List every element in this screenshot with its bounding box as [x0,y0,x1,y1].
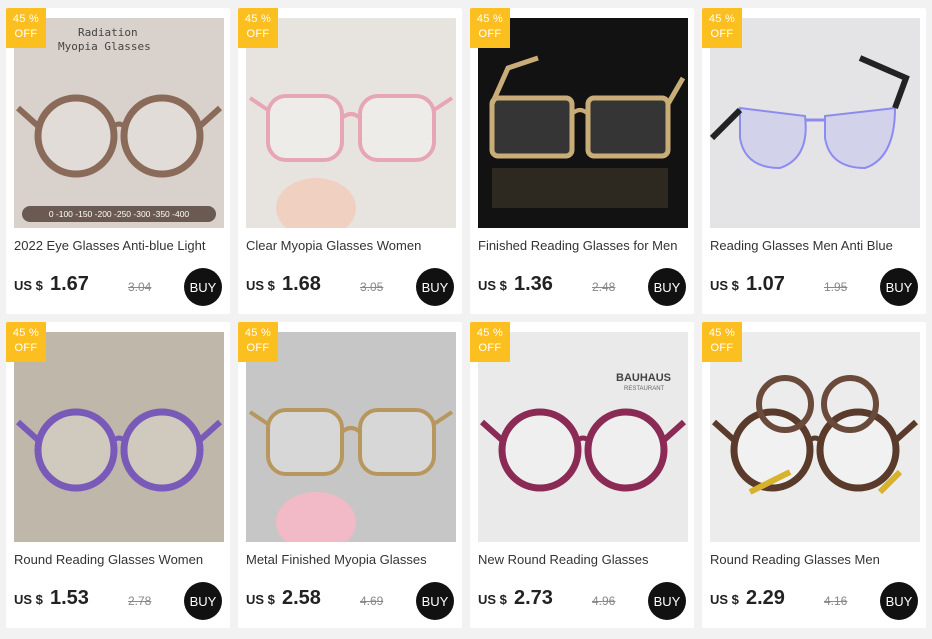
product-price: 2.58 [282,587,321,609]
image-caption: Radiation [78,26,138,39]
round-glasses-icon [14,332,224,542]
discount-badge: 45 % OFF [702,8,742,48]
product-price: 1.67 [50,273,89,295]
buy-button[interactable]: BUY [648,268,686,306]
product-image[interactable] [710,332,920,542]
product-card[interactable]: 45 % OFF Round Reading Glasses Women US … [6,322,230,628]
discount-off-label: OFF [478,342,502,354]
price-currency: US $ [710,592,739,607]
product-title[interactable]: Reading Glasses Men Anti Blue [710,238,920,253]
price-currency: US $ [710,278,739,293]
product-price: 1.36 [514,273,553,295]
discount-off-label: OFF [710,28,734,40]
discount-off-label: OFF [246,28,270,40]
original-price: 2.48 [592,280,616,294]
buy-button[interactable]: BUY [184,582,222,620]
buy-button[interactable]: BUY [648,582,686,620]
discount-percent: 45 % [476,13,504,25]
product-grid: Radiation Myopia Glasses 0 -100 -150 -200 … [6,8,928,630]
rectangle-glasses-icon [478,18,688,228]
discount-badge: 45 % OFF [702,322,742,362]
product-card[interactable]: 45 % OFF Clear Myopia Glasses Women US $… [238,8,462,314]
product-image[interactable] [14,332,224,542]
original-price: 2.78 [128,594,152,608]
product-image[interactable]: BAUHAUS RESTAURANT [478,332,688,542]
price-currency: US $ [246,278,275,293]
image-caption: Myopia Glasses [58,40,151,53]
discount-badge: 45 % OFF [6,8,46,48]
product-image[interactable] [710,18,920,228]
product-price: 2.73 [514,587,553,609]
product-title[interactable]: Round Reading Glasses Men [710,552,920,567]
buy-button[interactable]: BUY [416,268,454,306]
discount-badge: 45 % OFF [238,8,278,48]
discount-off-label: OFF [14,342,38,354]
round-glasses-icon [478,332,688,542]
product-card[interactable]: 45 % OFF Reading Glasses Men Anti Blue U… [702,8,926,314]
price-currency: US $ [478,278,507,293]
original-price: 4.96 [592,594,616,608]
discount-percent: 45 % [12,13,40,25]
discount-badge: 45 % OFF [470,322,510,362]
original-price: 3.05 [360,280,384,294]
buy-button[interactable]: BUY [416,582,454,620]
original-price: 4.16 [824,594,848,608]
rimless-glasses-icon [710,18,920,228]
product-title[interactable]: Round Reading Glasses Women [14,552,224,567]
discount-off-label: OFF [478,28,502,40]
square-glasses-icon [246,18,456,228]
product-title[interactable]: 2022 Eye Glasses Anti-blue Light [14,238,224,253]
product-card[interactable]: Radiation Myopia Glasses 0 -100 -150 -200 … [6,8,230,314]
product-image[interactable] [478,18,688,228]
price-currency: US $ [14,592,43,607]
discount-percent: 45 % [476,327,504,339]
product-card[interactable]: 45 % OFF Round Reading Glasses Men US $ … [702,322,926,628]
discount-percent: 45 % [12,327,40,339]
price-currency: US $ [478,592,507,607]
buy-button[interactable]: BUY [880,582,918,620]
buy-button[interactable]: BUY [880,268,918,306]
product-price: 1.68 [282,273,321,295]
product-card[interactable]: 45 % OFF Metal Finished Myopia Glasses U… [238,322,462,628]
product-image[interactable] [246,332,456,542]
price-currency: US $ [14,278,43,293]
product-card[interactable]: BAUHAUS RESTAURANT 45 % OFF New Round Rea… [470,322,694,628]
product-title[interactable]: Finished Reading Glasses for Men [478,238,688,253]
buy-button[interactable]: BUY [184,268,222,306]
product-title[interactable]: Metal Finished Myopia Glasses [246,552,456,567]
discount-percent: 45 % [708,327,736,339]
product-price: 1.53 [50,587,89,609]
product-image[interactable] [246,18,456,228]
metal-glasses-icon [246,332,456,542]
discount-badge: 45 % OFF [470,8,510,48]
discount-percent: 45 % [708,13,736,25]
discount-badge: 45 % OFF [238,322,278,362]
tortoise-glasses-icon [710,332,920,542]
product-price: 2.29 [746,587,785,609]
original-price: 1.95 [824,280,848,294]
product-price: 1.07 [746,273,785,295]
price-currency: US $ [246,592,275,607]
product-card[interactable]: 45 % OFF Finished Reading Glasses for Me… [470,8,694,314]
product-title[interactable]: Clear Myopia Glasses Women [246,238,456,253]
discount-percent: 45 % [244,13,272,25]
image-caption: BAUHAUS [616,372,671,384]
diopter-scale: 0 -100 -150 -200 -250 -300 -350 -400 [22,206,216,222]
product-image[interactable]: Radiation Myopia Glasses 0 -100 -150 -200 … [14,18,224,228]
discount-off-label: OFF [246,342,270,354]
discount-off-label: OFF [14,28,38,40]
image-caption: RESTAURANT [624,386,665,392]
original-price: 3.04 [128,280,152,294]
original-price: 4.69 [360,594,384,608]
discount-off-label: OFF [710,342,734,354]
product-title[interactable]: New Round Reading Glasses [478,552,688,567]
discount-percent: 45 % [244,327,272,339]
discount-badge: 45 % OFF [6,322,46,362]
